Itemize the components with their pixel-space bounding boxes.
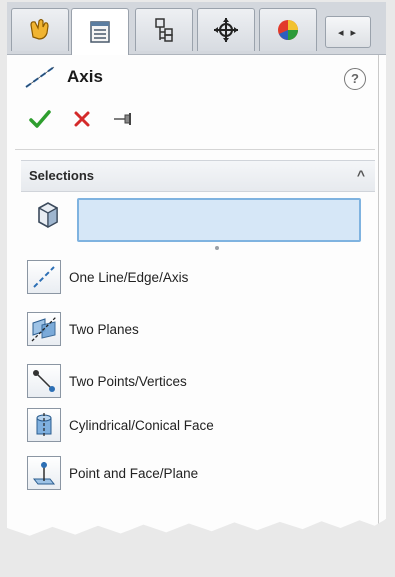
- two-planes-icon: [27, 312, 61, 346]
- option-point-and-face-plane[interactable]: Point and Face/Plane: [27, 454, 327, 492]
- option-label: One Line/Edge/Axis: [69, 269, 189, 285]
- line-edge-axis-icon: [27, 260, 61, 294]
- header-divider: [15, 149, 375, 150]
- close-icon: [74, 111, 90, 127]
- tab-dimxpert-manager[interactable]: [197, 8, 255, 51]
- pushpin-button[interactable]: [111, 106, 137, 132]
- axis-icon: [25, 66, 55, 88]
- dimxpert-manager-icon: [214, 18, 238, 42]
- display-manager-icon: [278, 20, 298, 40]
- feature-manager-icon: [30, 18, 49, 40]
- selections-label: Selections: [29, 168, 95, 183]
- configuration-manager-icon: [155, 18, 173, 42]
- list-resize-handle[interactable]: [215, 246, 219, 250]
- property-manager-panel: ◂ ▸ Axis ? Selections ^ One Line/Edge/Ax…: [7, 2, 386, 536]
- pushpin-icon: [114, 113, 131, 125]
- tab-display-manager[interactable]: [259, 8, 317, 51]
- collapse-icon[interactable]: ^: [357, 167, 365, 183]
- option-label: Point and Face/Plane: [69, 465, 199, 481]
- option-one-line-edge-axis[interactable]: One Line/Edge/Axis: [27, 258, 327, 296]
- manager-tab-bar: ◂ ▸: [7, 2, 386, 55]
- cancel-button[interactable]: [69, 106, 95, 132]
- point-face-icon: [27, 456, 61, 490]
- check-icon: [29, 110, 51, 128]
- page-title: Axis: [67, 67, 103, 86]
- help-icon[interactable]: ?: [344, 68, 366, 90]
- property-manager-icon: [90, 21, 110, 43]
- option-label: Cylindrical/Conical Face: [69, 417, 214, 433]
- two-points-icon: [27, 364, 61, 398]
- tab-feature-manager[interactable]: [11, 8, 69, 51]
- selection-list-box[interactable]: [77, 198, 361, 242]
- option-two-points-vertices[interactable]: Two Points/Vertices: [27, 362, 327, 400]
- cylindrical-face-icon: [27, 408, 61, 442]
- selections-group-header[interactable]: Selections ^: [21, 160, 375, 192]
- selection-cube-icon: [38, 202, 58, 229]
- option-cylindrical-conical-face[interactable]: Cylindrical/Conical Face: [27, 406, 327, 444]
- option-label: Two Points/Vertices: [69, 373, 187, 389]
- tab-configuration-manager[interactable]: [135, 8, 193, 51]
- option-two-planes[interactable]: Two Planes: [27, 310, 327, 348]
- option-label: Two Planes: [69, 321, 139, 337]
- tab-scroll-arrows[interactable]: ◂ ▸: [325, 16, 371, 48]
- tab-property-manager[interactable]: [71, 8, 129, 55]
- ok-button[interactable]: [27, 106, 53, 132]
